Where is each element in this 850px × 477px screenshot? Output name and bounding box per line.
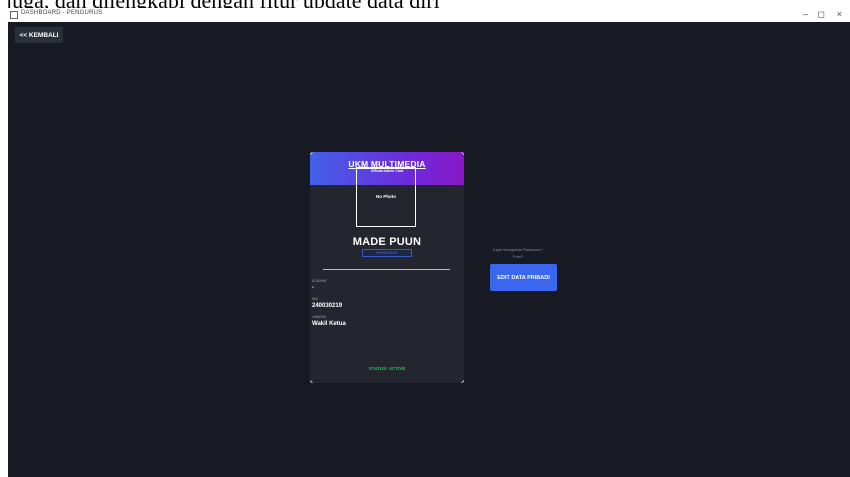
- field-value-id-admin: -: [312, 285, 314, 291]
- corner-accent-bottom-left: [310, 380, 313, 383]
- field-value-jabatan: Wakil Ketua: [312, 321, 346, 327]
- back-button[interactable]: << KEMBALI: [15, 27, 63, 43]
- card-fields: ID ADMIN - NIM 240030219 JABATAN Wakil K…: [310, 275, 464, 355]
- corner-accent-top-right: [461, 152, 464, 155]
- member-name: MADE PUUN: [352, 236, 422, 248]
- app-content: << KEMBALI UKM MULTIMEDIA Official Admin…: [8, 22, 850, 477]
- corner-accent-bottom-right: [461, 380, 464, 383]
- edit-hint-text: Ingin mengubah Password / Foto?: [493, 247, 543, 259]
- status-badge: STATUS: ACTIVE: [368, 366, 406, 371]
- corner-accent-top-left: [310, 152, 313, 155]
- admin-card: UKM MULTIMEDIA Official Admin Card No Ph…: [310, 152, 464, 383]
- maximize-icon[interactable]: ◻: [818, 9, 825, 19]
- profile-photo-frame: No Photo: [356, 167, 416, 227]
- edit-profile-button[interactable]: EDIT DATA PRIBADI: [490, 264, 557, 291]
- minimize-icon[interactable]: –: [803, 9, 808, 19]
- field-value-nim: 240030219: [312, 303, 343, 309]
- photo-placeholder: No Photo: [376, 194, 396, 199]
- app-icon: [10, 11, 18, 19]
- card-divider: [323, 269, 450, 270]
- field-label-jabatan: JABATAN: [312, 315, 326, 319]
- role-badge: PENGURUS: [362, 249, 412, 257]
- window-titlebar: DASHBOARD - PENGURUS – ◻ ×: [8, 8, 850, 22]
- field-label-id-admin: ID ADMIN: [312, 279, 327, 283]
- field-label-nim: NIM: [312, 297, 318, 301]
- close-icon[interactable]: ×: [837, 9, 842, 19]
- window-title: DASHBOARD - PENGURUS: [21, 10, 103, 16]
